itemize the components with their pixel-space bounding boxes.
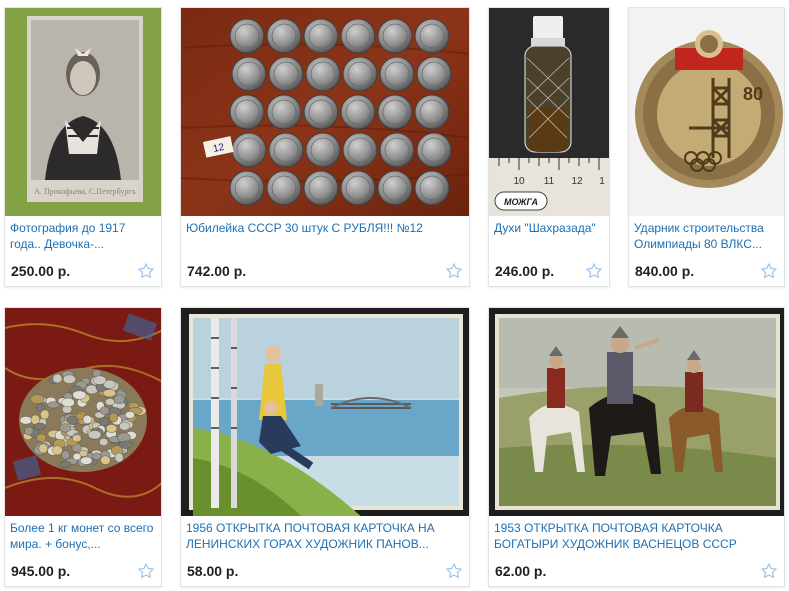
ruler-number: 11 xyxy=(544,176,555,187)
listing-price: 742.00 р. xyxy=(187,263,247,279)
listing-title[interactable]: Более 1 кг монет со всего мира. + бонус,… xyxy=(10,520,157,552)
listing-card[interactable]: 10 11 12 1 МОЖГА Духи "Шахразада" 246.00… xyxy=(488,7,610,287)
listing-card[interactable]: 1956 ОТКРЫТКА ПОЧТОВАЯ КАРТОЧКА НА ЛЕНИН… xyxy=(180,307,470,587)
listing-price: 62.00 р. xyxy=(495,563,547,579)
ruler-number: 1 xyxy=(599,176,605,187)
listing-card[interactable]: 12 Юбилейка СССР 30 штук С РУБЛЯ!!! №12 … xyxy=(180,7,470,287)
listing-price: 945.00 р. xyxy=(11,563,71,579)
listing-image[interactable]: 12 xyxy=(181,8,469,216)
listing-price: 840.00 р. xyxy=(635,263,695,279)
ruler-brand-label: МОЖГА xyxy=(504,197,538,207)
listing-title[interactable]: Фотография до 1917 года.. Девочка-... xyxy=(10,220,157,252)
star-outline-icon[interactable] xyxy=(585,262,603,280)
listing-card[interactable]: 1953 ОТКРЫТКА ПОЧТОВАЯ КАРТОЧКА БОГАТЫРИ… xyxy=(488,307,785,587)
star-outline-icon[interactable] xyxy=(760,562,778,580)
listing-title[interactable]: 1956 ОТКРЫТКА ПОЧТОВАЯ КАРТОЧКА НА ЛЕНИН… xyxy=(186,520,465,552)
listing-title[interactable]: 1953 ОТКРЫТКА ПОЧТОВАЯ КАРТОЧКА БОГАТЫРИ… xyxy=(494,520,780,552)
star-outline-icon[interactable] xyxy=(137,562,155,580)
svg-text:80: 80 xyxy=(743,84,763,104)
star-outline-icon[interactable] xyxy=(445,562,463,580)
listing-price: 246.00 р. xyxy=(495,263,555,279)
star-outline-icon[interactable] xyxy=(137,262,155,280)
ruler-number: 10 xyxy=(513,176,525,187)
listing-card[interactable]: Более 1 кг монет со всего мира. + бонус,… xyxy=(4,307,162,587)
listing-image[interactable]: 10 11 12 1 МОЖГА xyxy=(489,8,609,216)
listing-image[interactable] xyxy=(181,308,469,516)
star-outline-icon[interactable] xyxy=(760,262,778,280)
listing-image[interactable]: А. Прокофьева, С.Петербургъ xyxy=(5,8,161,216)
listing-card[interactable]: 80 Ударник строительства Олимпиады 80 ВЛ… xyxy=(628,7,785,287)
listing-title[interactable]: Духи "Шахразада" xyxy=(494,220,605,252)
listing-image[interactable] xyxy=(489,308,784,516)
listing-title[interactable]: Юбилейка СССР 30 штук С РУБЛЯ!!! №12 xyxy=(186,220,465,240)
listing-image[interactable] xyxy=(5,308,161,516)
listing-title[interactable]: Ударник строительства Олимпиады 80 ВЛКС.… xyxy=(634,220,780,252)
star-outline-icon[interactable] xyxy=(445,262,463,280)
svg-text:А. Прокофьева, С.Петербургъ: А. Прокофьева, С.Петербургъ xyxy=(34,187,136,196)
listing-price: 250.00 р. xyxy=(11,263,71,279)
listing-price: 58.00 р. xyxy=(187,563,239,579)
listing-card[interactable]: А. Прокофьева, С.Петербургъ Фотография д… xyxy=(4,7,162,287)
ruler-number: 12 xyxy=(571,176,583,187)
listing-image[interactable]: 80 xyxy=(629,8,784,216)
